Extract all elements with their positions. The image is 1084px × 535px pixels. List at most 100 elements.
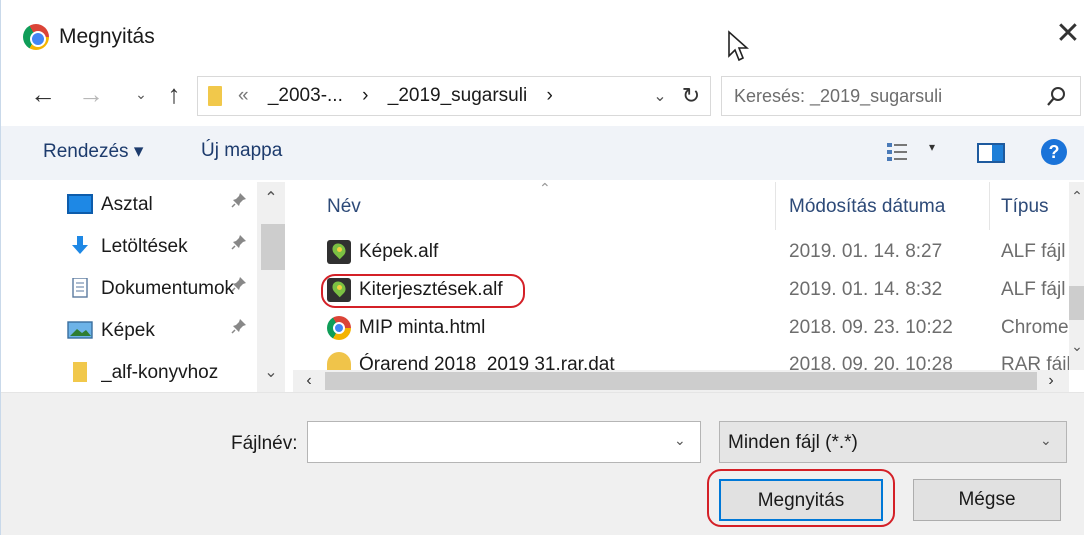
- refresh-button[interactable]: ↻: [676, 79, 706, 113]
- file-name: Kiterjesztések.alf: [359, 279, 503, 300]
- sidebar-item-desktop[interactable]: Asztal: [61, 184, 261, 222]
- column-header-row: ⌃ Név Módosítás dátuma Típus: [293, 182, 1069, 230]
- pin-icon[interactable]: [231, 234, 247, 255]
- sidebar-item-documents[interactable]: Dokumentumok: [61, 268, 261, 306]
- file-name: Képek.alf: [359, 241, 439, 262]
- file-date: 2019. 01. 14. 8:32: [789, 279, 943, 300]
- breadcrumb-separator[interactable]: ›: [546, 85, 552, 106]
- archive-file-icon: [327, 352, 351, 370]
- scrollbar-thumb[interactable]: [325, 372, 1037, 390]
- sort-indicator-icon: ⌃: [539, 182, 551, 196]
- documents-icon: [72, 278, 88, 298]
- file-row[interactable]: Képek.alf 2019. 01. 14. 8:27 ALF fájl: [293, 232, 1069, 270]
- organize-button[interactable]: Rendezés ▾: [43, 140, 143, 163]
- file-list-vertical-scrollbar[interactable]: ⌃ ⌄: [1069, 182, 1084, 370]
- scroll-down-arrow[interactable]: ⌄: [257, 362, 285, 382]
- scrollbar-thumb[interactable]: [261, 224, 285, 270]
- breadcrumb-item[interactable]: _2019_sugarsuli: [388, 85, 527, 106]
- folder-icon: [73, 362, 87, 382]
- scroll-down-arrow[interactable]: ⌄: [1069, 338, 1084, 355]
- address-dropdown-button[interactable]: ⌄: [648, 81, 672, 113]
- file-list-horizontal-scrollbar[interactable]: ‹ ›: [293, 370, 1069, 392]
- mouse-cursor-icon: [728, 30, 749, 62]
- search-input[interactable]: [722, 77, 1032, 115]
- file-date: 2019. 01. 14. 8:27: [789, 241, 943, 262]
- file-row[interactable]: MIP minta.html 2018. 09. 23. 10:22 Chrom…: [293, 308, 1069, 346]
- breadcrumb-item[interactable]: _2003-...: [268, 85, 343, 106]
- file-type-filter-value: Minden fájl (*.*): [728, 432, 858, 453]
- scrollbar-thumb[interactable]: [1069, 286, 1084, 320]
- filename-dropdown-button[interactable]: ⌄: [674, 432, 686, 449]
- file-type: ALF fájl: [1001, 241, 1066, 262]
- back-button[interactable]: ←: [23, 76, 63, 112]
- sidebar-item-label: _alf-konyvhoz: [101, 362, 219, 383]
- alf-file-icon: [327, 240, 351, 264]
- desktop-icon: [67, 194, 93, 214]
- column-divider[interactable]: [989, 182, 990, 230]
- help-icon[interactable]: ?: [1041, 139, 1067, 165]
- file-name: MIP minta.html: [359, 317, 486, 338]
- column-header-type[interactable]: Típus: [1001, 196, 1049, 218]
- file-row[interactable]: Kiterjesztések.alf 2019. 01. 14. 8:32 AL…: [293, 270, 1069, 308]
- open-button[interactable]: Megnyitás: [719, 479, 883, 521]
- navigation-pane: Asztal Letöltések Dokumentumok Képek _al…: [1, 182, 291, 392]
- scroll-left-arrow[interactable]: ‹: [297, 370, 321, 392]
- search-box: [721, 76, 1081, 116]
- folder-icon: [208, 86, 222, 106]
- chrome-html-file-icon: [327, 316, 351, 340]
- breadcrumb-separator[interactable]: ›: [362, 85, 368, 106]
- scroll-up-arrow[interactable]: ⌃: [1069, 188, 1084, 205]
- column-divider[interactable]: [775, 182, 776, 230]
- sidebar-item-alf-konyvhoz[interactable]: _alf-konyvhoz: [61, 352, 261, 390]
- filename-label: Fájlnév:: [231, 433, 298, 454]
- pictures-icon: [67, 321, 93, 339]
- file-type: Chrome: [1001, 317, 1069, 338]
- title-bar: Megnyitás ✕: [1, 0, 1084, 70]
- sidebar-item-label: Asztal: [101, 194, 153, 215]
- sidebar-item-pictures[interactable]: Képek: [61, 310, 261, 348]
- close-button[interactable]: ✕: [1051, 14, 1084, 54]
- file-date: 2018. 09. 23. 10:22: [789, 317, 953, 338]
- chevron-down-icon[interactable]: ⌄: [1040, 432, 1052, 449]
- file-list: ⌃ Név Módosítás dátuma Típus Képek.alf 2…: [293, 182, 1084, 392]
- view-dropdown-button[interactable]: ▾: [929, 140, 935, 154]
- recent-locations-button[interactable]: ⌄: [127, 76, 155, 112]
- pin-icon[interactable]: [231, 192, 247, 213]
- alf-file-icon: [327, 278, 351, 302]
- file-type: RAR fájl: [1001, 354, 1069, 370]
- dialog-title: Megnyitás: [59, 25, 155, 48]
- preview-pane-icon[interactable]: [977, 143, 1005, 163]
- file-type: ALF fájl: [1001, 279, 1066, 300]
- address-row: ← → ⌄ ↑ « _2003-... › _2019_sugarsuli › …: [1, 72, 1084, 118]
- column-header-name[interactable]: Név: [327, 196, 361, 218]
- pin-icon[interactable]: [231, 276, 247, 297]
- scroll-right-arrow[interactable]: ›: [1039, 370, 1063, 392]
- file-type-filter[interactable]: Minden fájl (*.*) ⌄: [719, 421, 1067, 463]
- pin-icon[interactable]: [231, 318, 247, 339]
- download-icon: [72, 236, 88, 254]
- breadcrumb-overflow[interactable]: «: [238, 85, 249, 106]
- cancel-button[interactable]: Mégse: [913, 479, 1061, 521]
- sidebar-item-label: Képek: [101, 320, 155, 341]
- breadcrumb: « _2003-... › _2019_sugarsuli ›: [238, 85, 567, 107]
- filename-input[interactable]: [308, 422, 668, 462]
- file-row-partial[interactable]: Órarend 2018_2019 31.rar.dat 2018. 09. 2…: [293, 346, 1069, 370]
- column-header-date[interactable]: Módosítás dátuma: [789, 196, 945, 218]
- file-name: Órarend 2018_2019 31.rar.dat: [359, 354, 615, 370]
- new-folder-button[interactable]: Új mappa: [201, 140, 282, 162]
- chrome-icon: [23, 24, 49, 50]
- filename-combobox: ⌄: [307, 421, 701, 463]
- dialog-footer: Fájlnév: ⌄ Minden fájl (*.*) ⌄ Megnyitás…: [1, 392, 1084, 535]
- forward-button[interactable]: →: [71, 76, 111, 112]
- sidebar-item-label: Letöltések: [101, 236, 188, 257]
- search-icon[interactable]: [1042, 83, 1070, 111]
- sidebar-item-label: Dokumentumok: [101, 278, 235, 299]
- sidebar-item-downloads[interactable]: Letöltések: [61, 226, 261, 264]
- scroll-up-arrow[interactable]: ⌃: [257, 188, 285, 208]
- file-date: 2018. 09. 20. 10:28: [789, 354, 953, 370]
- navigation-pane-scrollbar[interactable]: ⌃ ⌄: [257, 182, 285, 392]
- up-button[interactable]: ↑: [159, 76, 189, 112]
- view-options-icon[interactable]: [885, 140, 909, 164]
- command-toolbar: Rendezés ▾ Új mappa ▾ ?: [1, 126, 1084, 180]
- address-bar[interactable]: « _2003-... › _2019_sugarsuli › ⌄ ↻: [197, 76, 711, 116]
